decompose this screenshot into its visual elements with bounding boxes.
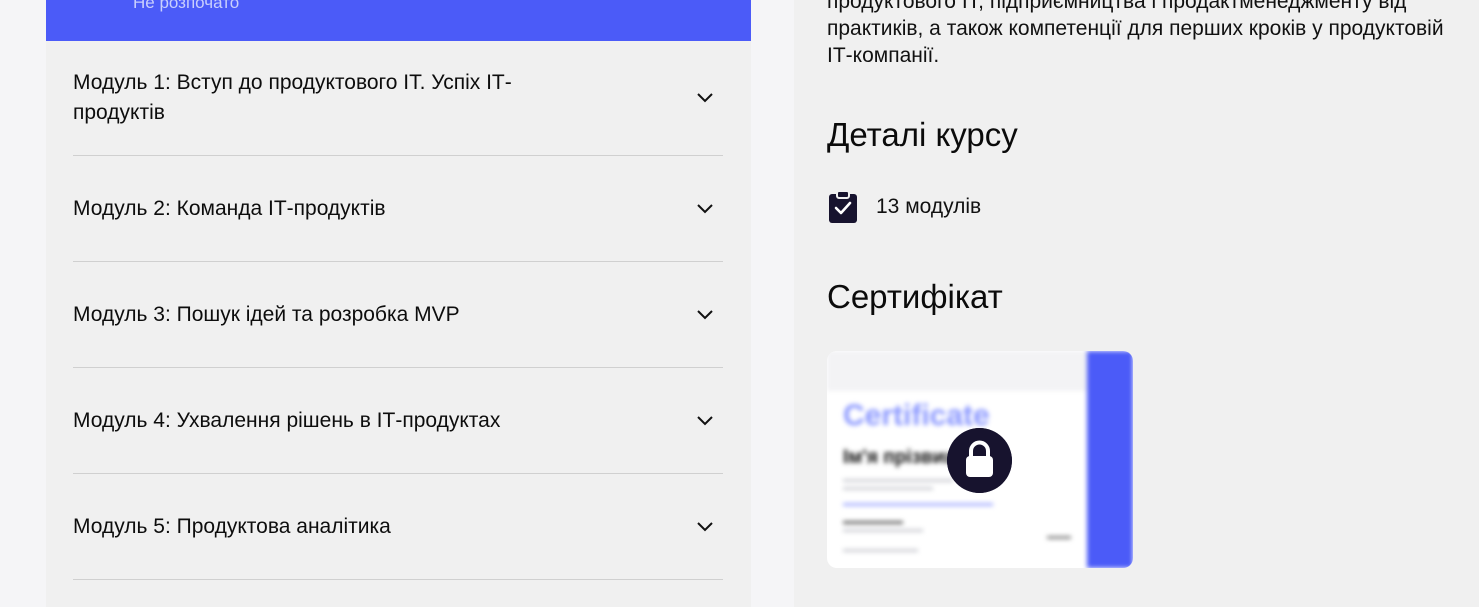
progress-header: Не розпочато [46, 0, 751, 41]
module-accordion: Модуль 1: Вступ до продуктового ІТ. Успі… [73, 41, 723, 580]
chevron-down-icon[interactable] [695, 518, 715, 536]
course-details-heading: Деталі курсу [827, 116, 1018, 153]
modules-count-row: 13 модулів [827, 190, 981, 224]
certificate-text-line [843, 549, 918, 552]
chevron-down-icon[interactable] [695, 200, 715, 218]
module-item-2[interactable]: Модуль 2: Команда ІТ-продуктів [73, 156, 723, 262]
chevron-down-icon[interactable] [695, 306, 715, 324]
module-title: Модуль 5: Продуктова аналітика [73, 514, 391, 538]
certificate-logo-strip [827, 351, 1097, 391]
modules-count: 13 модулів [876, 195, 982, 218]
chevron-down-icon[interactable] [695, 412, 715, 430]
module-item-3[interactable]: Модуль 3: Пошук ідей та розробка MVP [73, 262, 723, 368]
certificate-text-line [843, 503, 993, 506]
course-info-panel: продуктового ІТ, підприємництва і продак… [794, 0, 1479, 607]
certificate-text-line [843, 521, 903, 524]
lock-icon [947, 428, 1012, 493]
module-item-1[interactable]: Модуль 1: Вступ до продуктового ІТ. Успі… [73, 41, 723, 156]
certificate-preview[interactable]: Certificate Ім'я прізвище [827, 351, 1133, 568]
certificate-text-line [843, 479, 953, 482]
certificate-text-line [843, 487, 933, 490]
module-item-4[interactable]: Модуль 4: Ухвалення рішень в ІТ-продукта… [73, 368, 723, 474]
certificate-text-line [843, 529, 923, 532]
modules-panel: Не розпочато Модуль 1: Вступ до продукто… [46, 0, 751, 607]
certificate-signature [1047, 536, 1071, 539]
chevron-down-icon[interactable] [695, 89, 715, 107]
certificate-side-band [1087, 351, 1133, 568]
module-title: Модуль 4: Ухвалення рішень в ІТ-продукта… [73, 408, 501, 432]
module-item-5[interactable]: Модуль 5: Продуктова аналітика [73, 474, 723, 580]
module-title: Модуль 2: Команда ІТ-продуктів [73, 196, 386, 220]
clipboard-check-icon [829, 190, 857, 223]
course-page: Не розпочато Модуль 1: Вступ до продукто… [0, 0, 1479, 607]
module-title: Модуль 1: Вступ до продуктового ІТ. Успі… [73, 71, 512, 124]
certificate-heading: Сертифікат [827, 278, 1003, 315]
course-status-text: Не розпочато [133, 0, 240, 12]
certificate-title: Certificate [843, 399, 990, 432]
module-title: Модуль 3: Пошук ідей та розробка MVP [73, 302, 460, 326]
course-description: продуктового ІТ, підприємництва і продак… [827, 0, 1444, 67]
